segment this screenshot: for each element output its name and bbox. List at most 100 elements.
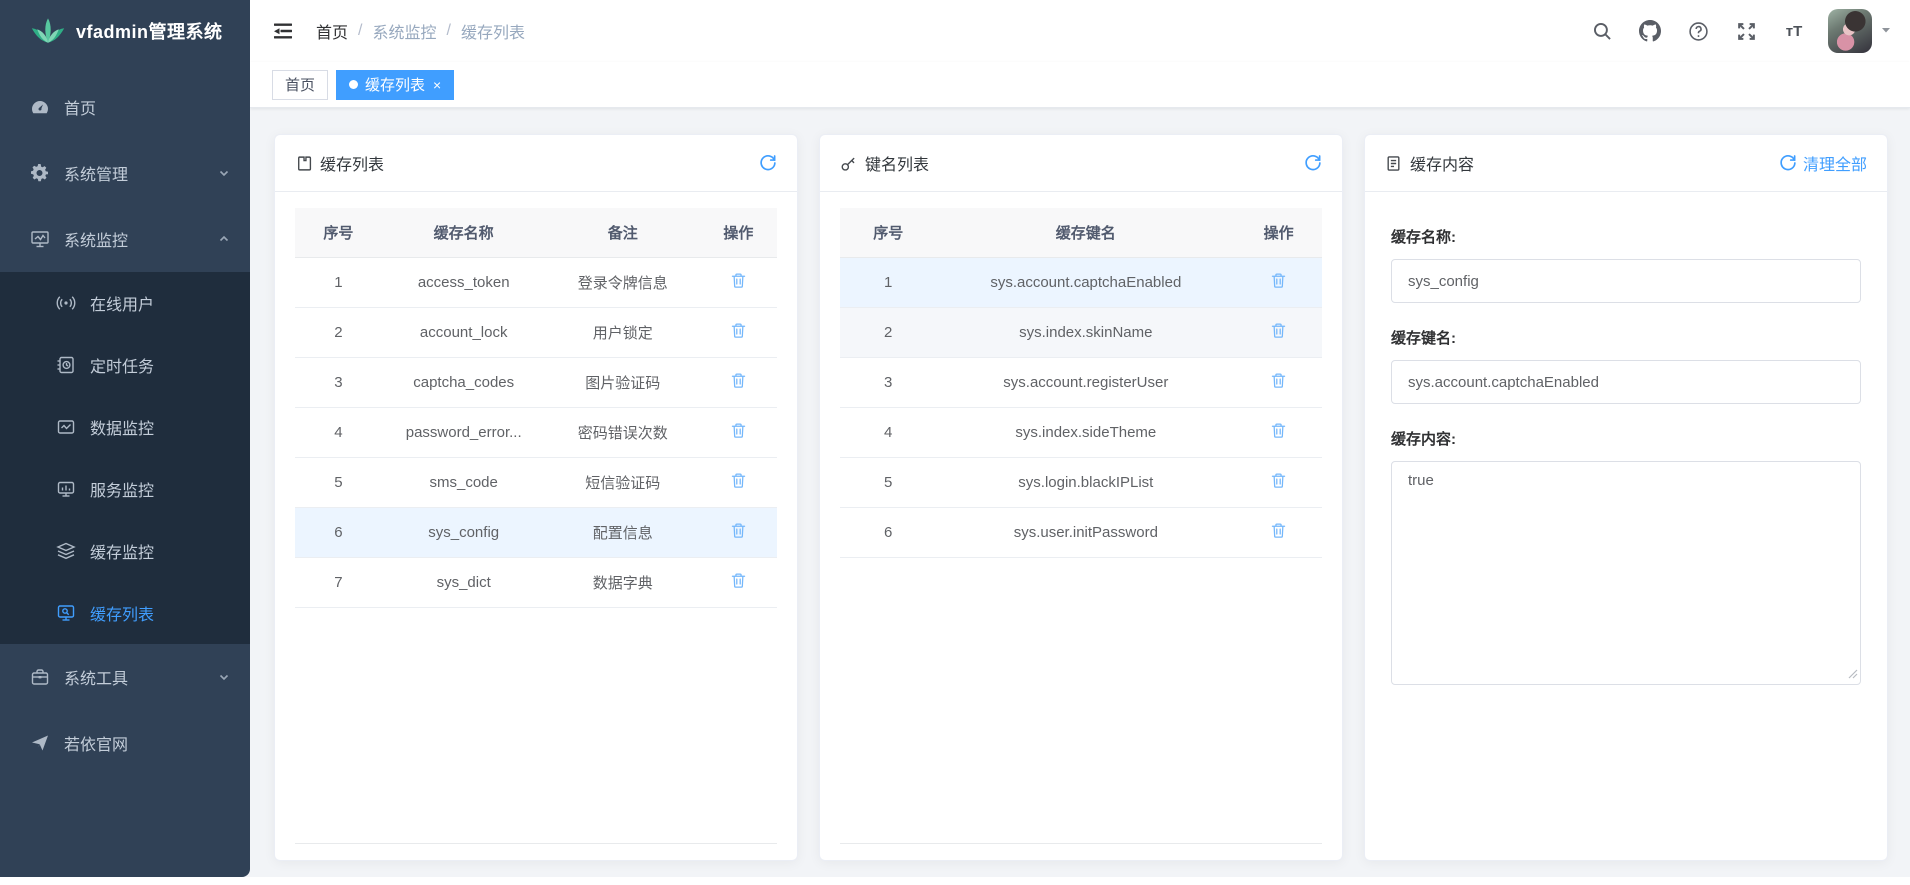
delete-row-button[interactable] bbox=[730, 322, 747, 339]
cache-name-label: 缓存名称: bbox=[1391, 226, 1861, 247]
clear-all-label: 清理全部 bbox=[1803, 151, 1867, 175]
sidebar-fold-button[interactable] bbox=[272, 19, 296, 43]
trash-icon bbox=[1270, 522, 1287, 539]
breadcrumb-home[interactable]: 首页 bbox=[316, 19, 348, 43]
delete-row-button[interactable] bbox=[1270, 372, 1287, 389]
table-row[interactable]: 1sys.account.captchaEnabled bbox=[840, 257, 1322, 307]
chevron-down-icon bbox=[218, 167, 230, 179]
cell-key: sys.account.captchaEnabled bbox=[936, 257, 1235, 307]
monitor-icon bbox=[30, 229, 50, 249]
card-title: 缓存列表 bbox=[320, 151, 384, 175]
delete-row-button[interactable] bbox=[730, 572, 747, 589]
sidebar-item-cache-monitor[interactable]: 缓存监控 bbox=[0, 520, 250, 582]
table-row[interactable]: 3sys.account.registerUser bbox=[840, 357, 1322, 407]
collection-icon bbox=[295, 155, 312, 172]
delete-row-button[interactable] bbox=[1270, 322, 1287, 339]
sidebar-item-online-users[interactable]: 在线用户 bbox=[0, 272, 250, 334]
delete-row-button[interactable] bbox=[730, 422, 747, 439]
sidebar-item-label: 若依官网 bbox=[64, 731, 128, 755]
table-row[interactable]: 5sys.login.blackIPList bbox=[840, 457, 1322, 507]
cell-key: sys.user.initPassword bbox=[936, 507, 1235, 557]
table-row[interactable]: 7sys_dict数据字典 bbox=[295, 557, 777, 607]
delete-row-button[interactable] bbox=[730, 372, 747, 389]
cache-content-form: 缓存名称: 缓存键名: 缓存内容: true bbox=[1365, 192, 1887, 700]
chevron-down-icon bbox=[218, 671, 230, 683]
table-row[interactable]: 1access_token登录令牌信息 bbox=[295, 257, 777, 307]
table-row[interactable]: 5sms_code短信验证码 bbox=[295, 457, 777, 507]
column-header: 操作 bbox=[700, 208, 777, 257]
cache-name-input[interactable] bbox=[1391, 259, 1861, 303]
help-button[interactable] bbox=[1678, 11, 1718, 51]
refresh-icon bbox=[759, 154, 777, 172]
app-title: vfadmin管理系统 bbox=[76, 18, 223, 44]
table-row[interactable]: 6sys_config配置信息 bbox=[295, 507, 777, 557]
cache-list-card: 缓存列表 序号缓存名称备注操作 1access_token登录令牌信息 2acc… bbox=[274, 134, 798, 861]
table-row[interactable]: 2sys.index.skinName bbox=[840, 307, 1322, 357]
cache-list-table-body: 1access_token登录令牌信息 2account_lock用户锁定 3c… bbox=[295, 257, 777, 607]
refresh-key-list-button[interactable] bbox=[1304, 154, 1322, 172]
sidebar-item-label: 缓存监控 bbox=[90, 539, 154, 563]
sidebar-item-label: 数据监控 bbox=[90, 415, 154, 439]
font-size-button[interactable]: тT bbox=[1774, 11, 1814, 51]
action-cell bbox=[1235, 457, 1322, 507]
delete-row-button[interactable] bbox=[1270, 522, 1287, 539]
sidebar-item-data-monitor[interactable]: 数据监控 bbox=[0, 396, 250, 458]
resize-grip-icon[interactable] bbox=[1848, 666, 1858, 684]
cache-value-textarea[interactable]: true bbox=[1391, 461, 1861, 685]
sidebar-item-cache-list[interactable]: 缓存列表 bbox=[0, 582, 250, 644]
action-cell bbox=[1235, 257, 1322, 307]
action-cell bbox=[1235, 507, 1322, 557]
sidebar-item-scheduled-jobs[interactable]: 定时任务 bbox=[0, 334, 250, 396]
cell-index: 4 bbox=[295, 407, 382, 457]
logo[interactable]: vfadmin管理系统 bbox=[0, 0, 250, 62]
delete-row-button[interactable] bbox=[1270, 422, 1287, 439]
refresh-cache-list-button[interactable] bbox=[759, 154, 777, 172]
breadcrumb-separator: / bbox=[358, 22, 362, 40]
table-header-row: 序号缓存键名操作 bbox=[840, 208, 1322, 257]
search-icon bbox=[1592, 21, 1613, 42]
table-row[interactable]: 3captcha_codes图片验证码 bbox=[295, 357, 777, 407]
table-row[interactable]: 6sys.user.initPassword bbox=[840, 507, 1322, 557]
cache-key-input[interactable] bbox=[1391, 360, 1861, 404]
horizontal-scrollbar-track[interactable] bbox=[0, 877, 1910, 885]
delete-row-button[interactable] bbox=[730, 272, 747, 289]
delete-row-button[interactable] bbox=[1270, 472, 1287, 489]
breadcrumb-cache-list: 缓存列表 bbox=[461, 19, 525, 43]
clear-all-button[interactable]: 清理全部 bbox=[1779, 151, 1867, 175]
user-menu[interactable] bbox=[1828, 9, 1892, 53]
sidebar-item-system-manage[interactable]: 系统管理 bbox=[0, 140, 250, 206]
table-header-row: 序号缓存名称备注操作 bbox=[295, 208, 777, 257]
column-header: 操作 bbox=[1235, 208, 1322, 257]
tag-close-icon[interactable]: × bbox=[433, 78, 441, 92]
sidebar-item-label: 在线用户 bbox=[90, 291, 154, 315]
tag-cache-list[interactable]: 缓存列表 × bbox=[336, 70, 454, 100]
sidebar-item-system-tools[interactable]: 系统工具 bbox=[0, 644, 250, 710]
github-icon bbox=[1639, 20, 1661, 42]
trash-icon bbox=[730, 322, 747, 339]
search-button[interactable] bbox=[1582, 11, 1622, 51]
delete-row-button[interactable] bbox=[1270, 272, 1287, 289]
sidebar-item-system-monitor[interactable]: 系统监控 bbox=[0, 206, 250, 272]
gear-icon bbox=[30, 163, 50, 183]
column-header: 备注 bbox=[546, 208, 700, 257]
sidebar-item-official-site[interactable]: 若依官网 bbox=[0, 710, 250, 776]
user-avatar[interactable] bbox=[1828, 9, 1872, 53]
action-cell bbox=[1235, 357, 1322, 407]
sidebar: vfadmin管理系统 首页 系统管理 系统监控 bbox=[0, 0, 250, 877]
sidebar-item-home[interactable]: 首页 bbox=[0, 74, 250, 140]
table-row[interactable]: 4password_error...密码错误次数 bbox=[295, 407, 777, 457]
table-row[interactable]: 4sys.index.sideTheme bbox=[840, 407, 1322, 457]
table-row[interactable]: 2account_lock用户锁定 bbox=[295, 307, 777, 357]
fullscreen-button[interactable] bbox=[1726, 11, 1766, 51]
delete-row-button[interactable] bbox=[730, 472, 747, 489]
delete-row-button[interactable] bbox=[730, 522, 747, 539]
logo-plant-icon bbox=[30, 16, 66, 46]
trash-icon bbox=[1270, 422, 1287, 439]
layers-icon bbox=[56, 541, 76, 561]
github-button[interactable] bbox=[1630, 11, 1670, 51]
sidebar-item-server-monitor[interactable]: 服务监控 bbox=[0, 458, 250, 520]
tag-home[interactable]: 首页 bbox=[272, 70, 328, 100]
job-schedule-icon bbox=[56, 355, 76, 375]
column-header: 缓存名称 bbox=[382, 208, 546, 257]
sidebar-item-label: 定时任务 bbox=[90, 353, 154, 377]
